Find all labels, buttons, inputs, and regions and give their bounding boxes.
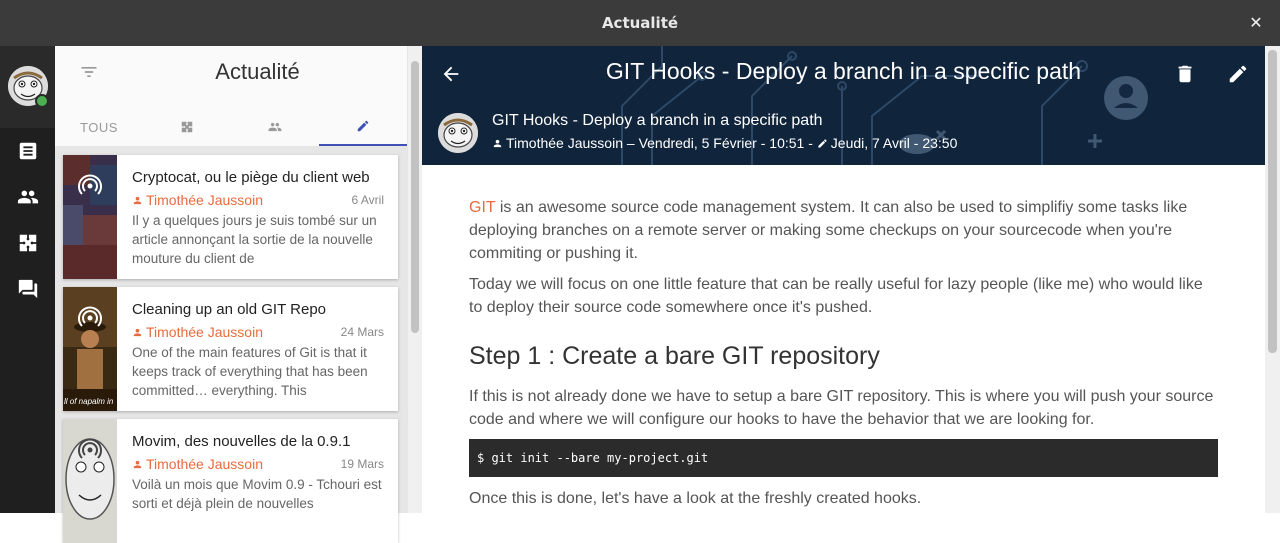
feed-icon bbox=[78, 174, 102, 195]
window-title: Actualité bbox=[601, 14, 679, 32]
paragraph: GIT is an awesome source code management… bbox=[469, 196, 1219, 265]
news-list-panel: Actualité TOUS Cryptocat, ou le piège du… bbox=[55, 46, 422, 543]
pencil-icon bbox=[357, 120, 369, 132]
page-title: Actualité bbox=[215, 59, 300, 84]
meta-separator: – bbox=[626, 135, 635, 151]
delete-icon[interactable] bbox=[1174, 63, 1196, 85]
tab-all[interactable]: TOUS bbox=[55, 108, 143, 146]
news-list-header: Actualité TOUS bbox=[55, 46, 407, 146]
meta-separator: - bbox=[808, 135, 813, 151]
presence-indicator bbox=[35, 94, 49, 108]
list-item[interactable]: Movim, des nouvelles de la 0.9.1 Timothé… bbox=[63, 419, 398, 543]
list-item[interactable]: Cryptocat, ou le piège du client web Tim… bbox=[63, 155, 398, 279]
close-icon[interactable]: ✕ bbox=[1246, 13, 1266, 33]
post-thumbnail bbox=[63, 419, 117, 543]
code-block: $ git init --bare my-project.git bbox=[469, 439, 1218, 477]
tab-contacts[interactable] bbox=[231, 108, 319, 146]
article-body: GIT is an awesome source code management… bbox=[469, 196, 1219, 513]
contacts-icon bbox=[268, 122, 282, 132]
paragraph-text: is an awesome source code management sys… bbox=[469, 199, 1188, 262]
post-date: 6 Avril bbox=[351, 193, 384, 207]
feed-icon bbox=[78, 438, 102, 459]
news-icon[interactable] bbox=[0, 128, 55, 174]
person-icon bbox=[133, 328, 142, 337]
post-title: Movim, des nouvelles de la 0.9.1 bbox=[132, 433, 351, 450]
person-icon bbox=[133, 460, 142, 469]
post-author-name: Timothée Jaussoin bbox=[146, 192, 263, 208]
post-author[interactable]: Timothée Jaussoin bbox=[132, 456, 263, 472]
paragraph: If this is not already done we have to s… bbox=[469, 388, 1214, 428]
edit-icon[interactable] bbox=[1227, 63, 1249, 85]
article-panel: GIT Hooks - Deploy a branch in a specifi… bbox=[422, 46, 1280, 513]
news-tabs: TOUS bbox=[55, 108, 407, 146]
left-navigation bbox=[0, 46, 55, 513]
list-scrollbar[interactable] bbox=[408, 46, 422, 513]
user-avatar-box[interactable] bbox=[0, 46, 55, 128]
post-thumbnail: ll of napalm in bbox=[63, 287, 117, 411]
article-edited-date: Jeudi, 7 Avril - 23:50 bbox=[830, 135, 958, 151]
list-scrollbar-thumb[interactable] bbox=[411, 61, 419, 333]
author-avatar[interactable] bbox=[438, 113, 478, 153]
post-excerpt: Voilà un mois que Movim 0.9 - Tchouri es… bbox=[132, 477, 382, 511]
thumbnail-caption: ll of napalm in bbox=[64, 397, 114, 406]
communities-icon bbox=[181, 121, 193, 133]
feed-icon bbox=[78, 306, 102, 327]
post-date: 24 Mars bbox=[340, 325, 384, 339]
post-author-name: Timothée Jaussoin bbox=[146, 456, 263, 472]
chat-icon[interactable] bbox=[0, 266, 55, 312]
communities-icon[interactable] bbox=[0, 220, 55, 266]
post-title: Cryptocat, ou le piège du client web bbox=[132, 169, 370, 186]
back-arrow-icon[interactable] bbox=[440, 63, 462, 85]
article-title: GIT Hooks - Deploy a branch in a specifi… bbox=[605, 58, 1082, 84]
article-meta: Timothée Jaussoin – Vendredi, 5 Février … bbox=[492, 135, 957, 151]
article-published-date: Vendredi, 5 Février - 10:51 bbox=[638, 135, 805, 151]
post-title: Cleaning up an old GIT Repo bbox=[132, 301, 327, 318]
post-excerpt: Il y a quelques jours je suis tombé sur … bbox=[132, 213, 377, 266]
article-scrollbar-thumb[interactable] bbox=[1268, 50, 1277, 353]
post-author-name: Timothée Jaussoin bbox=[146, 324, 263, 340]
post-thumbnail bbox=[63, 155, 117, 279]
article-subtitle: GIT Hooks - Deploy a branch in a specifi… bbox=[492, 112, 823, 129]
paragraph: Once this is done, let's have a look at … bbox=[469, 490, 922, 507]
section-heading: Step 1 : Create a bare GIT repository bbox=[469, 342, 880, 370]
contacts-icon[interactable] bbox=[0, 174, 55, 220]
person-icon bbox=[493, 139, 502, 148]
list-item[interactable]: ll of napalm in Cleaning up an old GIT R… bbox=[63, 287, 398, 411]
post-excerpt: One of the main features of Git is that … bbox=[132, 345, 368, 398]
window-titlebar: Actualité ✕ bbox=[0, 0, 1280, 46]
post-author[interactable]: Timothée Jaussoin bbox=[132, 192, 263, 208]
post-author[interactable]: Timothée Jaussoin bbox=[132, 324, 263, 340]
git-link[interactable]: GIT bbox=[469, 199, 495, 216]
article-author[interactable]: Timothée Jaussoin bbox=[506, 135, 623, 151]
tab-my-posts[interactable] bbox=[319, 108, 407, 146]
article-scrollbar[interactable] bbox=[1265, 46, 1280, 513]
person-icon bbox=[133, 196, 142, 205]
post-date: 19 Mars bbox=[340, 457, 384, 471]
paragraph: Today we will focus on one little featur… bbox=[469, 276, 1203, 316]
tab-communities[interactable] bbox=[143, 108, 231, 146]
pencil-icon bbox=[818, 139, 827, 148]
article-banner: GIT Hooks - Deploy a branch in a specifi… bbox=[422, 46, 1265, 165]
